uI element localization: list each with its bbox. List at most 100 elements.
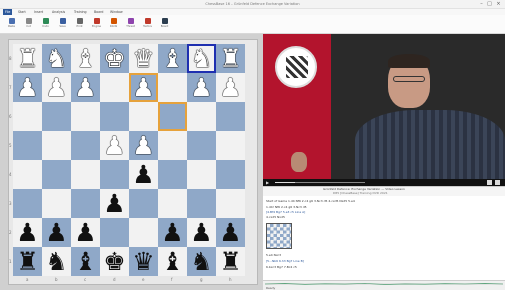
square-c6[interactable]	[71, 102, 100, 131]
board-panel: ♜ ♞ ♝ ♚ ♛ ♝ ♞ ♜ ♟ ♟ ♟ ♟ ♟ ♟ ♟ ♟ ♟ ♟ ♟ ♟ ♟ ♟ ♟ ♟ ♜ ♞ ♝ ♚ ♛ ♝ ♞ ♜ a b c d e f g h…	[0, 34, 263, 290]
piece-e7[interactable]: ♟	[129, 73, 158, 102]
square-b6[interactable]	[42, 102, 71, 131]
piece-h8[interactable]: ♜	[216, 44, 245, 73]
ribbon-button-engine[interactable]: Engine	[89, 17, 104, 32]
ribbon-button-threat[interactable]: Threat	[123, 17, 138, 32]
notation-line[interactable]: 5.e4 Nxc3	[266, 253, 281, 257]
fullscreen-icon[interactable]	[487, 180, 492, 185]
square-f3[interactable]	[158, 189, 187, 218]
square-d2[interactable]	[100, 218, 129, 247]
video-progress-fill	[275, 182, 295, 183]
ribbon-button-save[interactable]: Save	[55, 17, 70, 32]
ribbon-button-label: Tactics	[143, 25, 152, 28]
square-e6[interactable]	[129, 102, 158, 131]
ribbon-button-label: Board	[160, 25, 169, 28]
piece-d3[interactable]: ♟	[100, 189, 129, 218]
square-g4[interactable]	[187, 160, 216, 189]
evaluation-graph[interactable]	[265, 282, 503, 286]
notation-line[interactable]: [5...Nb6 6.h3 Bg7 Line B]	[266, 259, 304, 263]
square-d4[interactable]	[100, 160, 129, 189]
notation-line[interactable]: 1.d4! Nf6 2.c4 g6 3.Nc3 d5	[266, 205, 307, 209]
piece-b2[interactable]: ♟	[42, 218, 71, 247]
ribbon-button-cut[interactable]: Cut	[21, 17, 36, 32]
square-f5[interactable]	[158, 131, 187, 160]
piece-a8[interactable]: ♜	[13, 44, 42, 73]
piece-e8[interactable]: ♛	[129, 44, 158, 73]
piece-h7[interactable]: ♟	[216, 73, 245, 102]
piece-e1[interactable]: ♛	[129, 247, 158, 276]
piece-c2[interactable]: ♟	[71, 218, 100, 247]
maximize-button[interactable]: □	[486, 1, 493, 8]
piece-e4[interactable]: ♟	[129, 160, 158, 189]
piece-c1[interactable]: ♝	[71, 247, 100, 276]
square-g6[interactable]	[187, 102, 216, 131]
piece-g8[interactable]: ♞	[187, 44, 216, 73]
notation-pane[interactable]: Start of Game 1.d4 Nf6 2.c4 g6 3.Nc3 d5 …	[263, 197, 505, 280]
piece-g7[interactable]: ♟	[187, 73, 216, 102]
square-f6[interactable]	[158, 102, 187, 131]
square-e2[interactable]	[129, 218, 158, 247]
square-h5[interactable]	[216, 131, 245, 160]
piece-h1[interactable]: ♜	[216, 247, 245, 276]
square-f4[interactable]	[158, 160, 187, 189]
piece-a1[interactable]: ♜	[13, 247, 42, 276]
ribbon-button-print[interactable]: Print	[72, 17, 87, 32]
video-progress-bar[interactable]	[275, 182, 365, 183]
square-h3[interactable]	[216, 189, 245, 218]
settings-icon[interactable]	[495, 180, 500, 185]
square-a4[interactable]	[13, 160, 42, 189]
piece-c8[interactable]: ♝	[71, 44, 100, 73]
notation-line[interactable]: 6.bxc3 Bg7 7.Bc4 c5	[266, 265, 297, 269]
notation-line[interactable]: Start of Game 1.d4 Nf6 2.c4 g6 3.Nc3 d5 …	[266, 199, 355, 203]
square-h4[interactable]	[216, 160, 245, 189]
square-a3[interactable]	[13, 189, 42, 218]
piece-f8[interactable]: ♝	[158, 44, 187, 73]
square-b5[interactable]	[42, 131, 71, 160]
notation-line[interactable]: [4.Bf4 Bg7 5.e3 c5 Line A]	[266, 210, 305, 214]
piece-c7[interactable]: ♟	[71, 73, 100, 102]
piece-a2[interactable]: ♟	[13, 218, 42, 247]
minimize-button[interactable]: –	[478, 1, 485, 8]
piece-f2[interactable]: ♟	[158, 218, 187, 247]
square-b3[interactable]	[42, 189, 71, 218]
square-a5[interactable]	[13, 131, 42, 160]
square-e3[interactable]	[129, 189, 158, 218]
square-g5[interactable]	[187, 131, 216, 160]
piece-a7[interactable]: ♟	[13, 73, 42, 102]
square-c5[interactable]	[71, 131, 100, 160]
ribbon-button-tactics[interactable]: Tactics	[140, 17, 155, 32]
play-icon[interactable]: ▶	[266, 180, 271, 185]
square-b4[interactable]	[42, 160, 71, 189]
piece-b7[interactable]: ♟	[42, 73, 71, 102]
chessbase-window: ChessBase 16 – Grünfeld Defence Exchange…	[0, 0, 505, 290]
piece-f1[interactable]: ♝	[158, 247, 187, 276]
square-h6[interactable]	[216, 102, 245, 131]
piece-g2[interactable]: ♟	[187, 218, 216, 247]
piece-b8[interactable]: ♞	[42, 44, 71, 73]
piece-g1[interactable]: ♞	[187, 247, 216, 276]
piece-e5[interactable]: ♟	[129, 131, 158, 160]
square-d6[interactable]	[100, 102, 129, 131]
piece-h2[interactable]: ♟	[216, 218, 245, 247]
piece-d8[interactable]: ♚	[100, 44, 129, 73]
square-f7[interactable]	[158, 73, 187, 102]
notation-line[interactable]: 4.cxd5 Nxd5	[266, 215, 285, 219]
ribbon-button-board[interactable]: Board	[157, 17, 172, 32]
rank-label: 1	[9, 259, 12, 264]
ribbon-toolbar: Paste Cut Undo Save Print Engine Kibitz Threat T…	[0, 15, 505, 34]
chess-board[interactable]: ♜ ♞ ♝ ♚ ♛ ♝ ♞ ♜ ♟ ♟ ♟ ♟ ♟ ♟ ♟ ♟ ♟ ♟ ♟ ♟ ♟ ♟ ♟ ♟ ♜ ♞ ♝ ♚ ♛ ♝ ♞ ♜ a b c d e f g h…	[9, 44, 253, 284]
piece-d5[interactable]: ♟	[100, 131, 129, 160]
ribbon-button-kibitz[interactable]: Kibitz	[106, 17, 121, 32]
ribbon-button-paste[interactable]: Paste	[4, 17, 19, 32]
square-d7[interactable]	[100, 73, 129, 102]
close-button[interactable]: ×	[495, 1, 502, 8]
video-player[interactable]: ▶	[263, 34, 505, 186]
square-c3[interactable]	[71, 189, 100, 218]
square-c4[interactable]	[71, 160, 100, 189]
square-g3[interactable]	[187, 189, 216, 218]
square-a6[interactable]	[13, 102, 42, 131]
piece-b1[interactable]: ♞	[42, 247, 71, 276]
file-label: f	[171, 277, 173, 282]
piece-d1[interactable]: ♚	[100, 247, 129, 276]
ribbon-button-undo[interactable]: Undo	[38, 17, 53, 32]
